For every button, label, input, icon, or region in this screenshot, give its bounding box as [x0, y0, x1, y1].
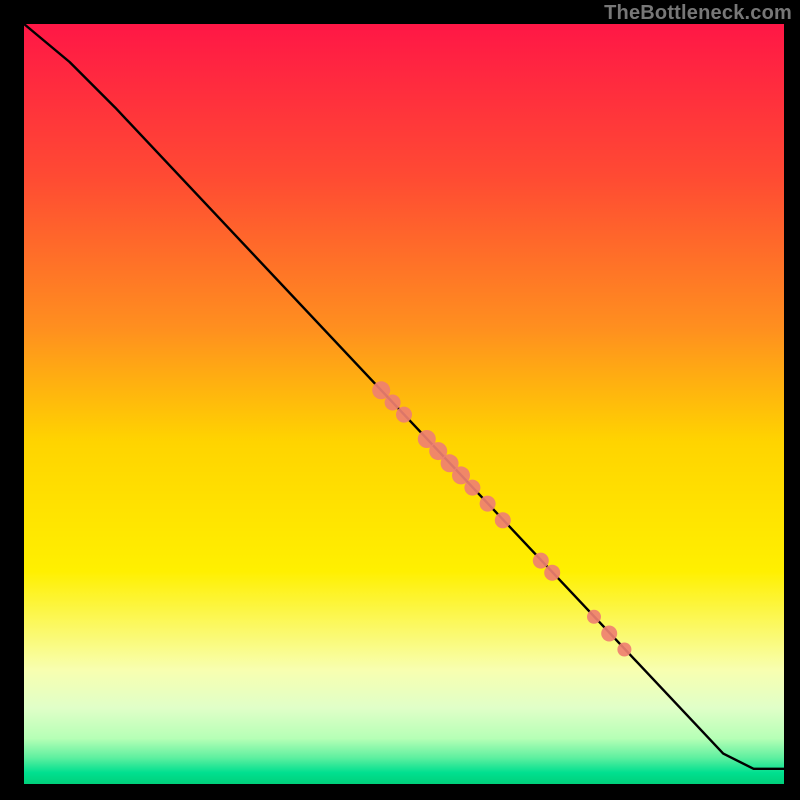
bottleneck-chart	[0, 0, 800, 800]
data-point	[617, 643, 631, 657]
data-point	[480, 496, 496, 512]
data-point	[385, 395, 401, 411]
data-point	[533, 553, 549, 569]
chart-stage: TheBottleneck.com	[0, 0, 800, 800]
data-point	[495, 512, 511, 528]
gradient-fill	[24, 24, 784, 784]
data-point	[396, 407, 412, 423]
watermark-text: TheBottleneck.com	[604, 2, 792, 25]
data-point	[464, 480, 480, 496]
data-point	[544, 565, 560, 581]
data-point	[587, 610, 601, 624]
data-point	[601, 626, 617, 642]
